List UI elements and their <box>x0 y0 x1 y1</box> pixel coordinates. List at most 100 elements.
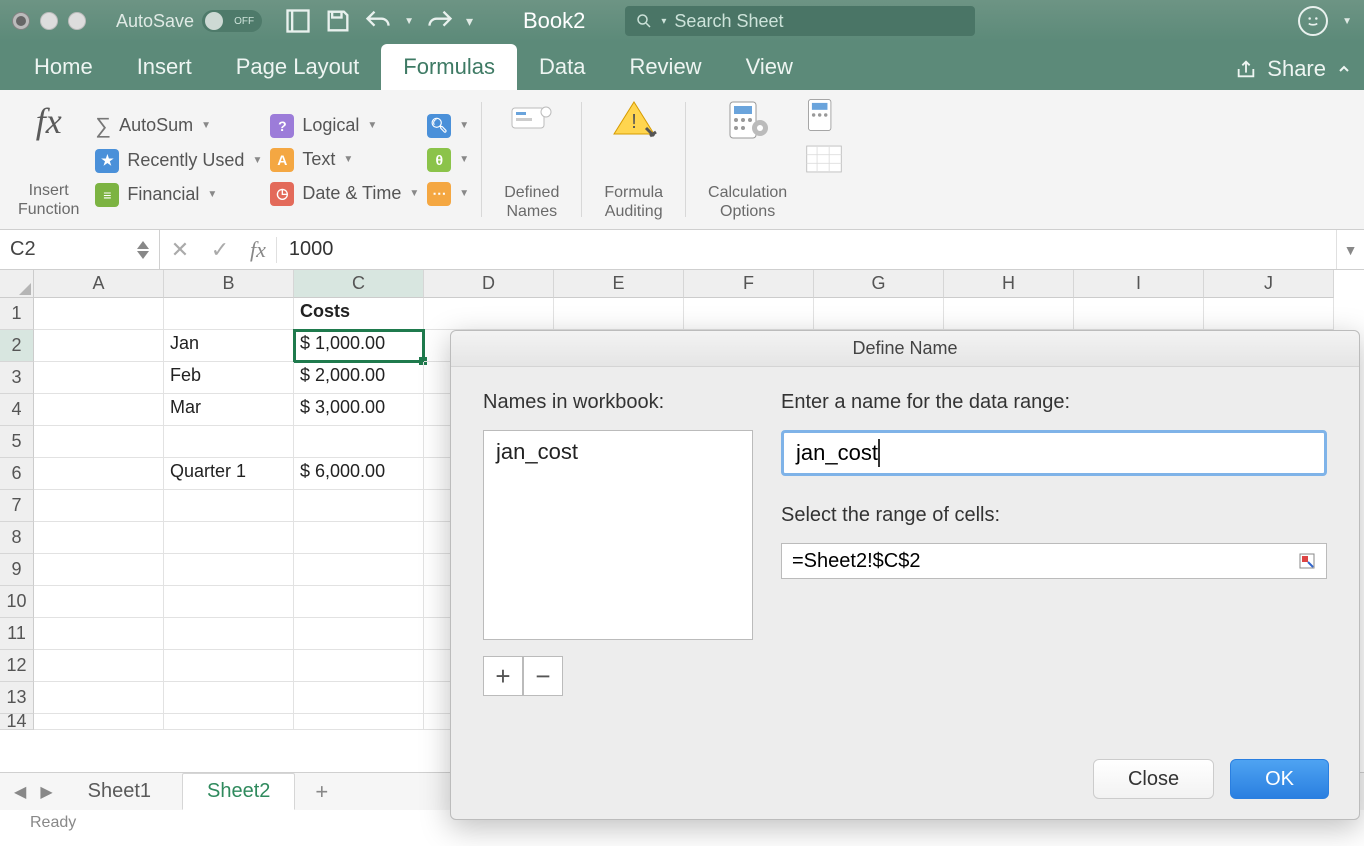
save-icon[interactable] <box>324 7 352 35</box>
cell[interactable] <box>34 682 164 714</box>
formula-auditing-button[interactable]: ! Formula Auditing <box>594 96 673 223</box>
cell[interactable]: Mar <box>164 394 294 426</box>
cell[interactable] <box>944 298 1074 330</box>
expand-formula-bar-icon[interactable]: ▼ <box>1336 230 1364 269</box>
cell[interactable] <box>294 426 424 458</box>
text-button[interactable]: AText▼ <box>270 148 419 172</box>
cell[interactable] <box>684 298 814 330</box>
cell[interactable]: Jan <box>164 330 294 362</box>
autosave-toggle[interactable]: AutoSave OFF <box>116 10 262 32</box>
autosum-button[interactable]: ∑AutoSum▼ <box>95 113 262 139</box>
name-box-stepper[interactable] <box>137 241 149 259</box>
col-header-f[interactable]: F <box>684 270 814 298</box>
more-functions-button[interactable]: ⋯▼ <box>427 182 469 206</box>
cell[interactable] <box>164 714 294 730</box>
undo-icon[interactable] <box>364 7 392 35</box>
cell[interactable] <box>34 394 164 426</box>
formula-input[interactable]: 1000 <box>277 238 1336 261</box>
row-header[interactable]: 4 <box>0 394 34 426</box>
feedback-icon[interactable] <box>1298 6 1328 36</box>
remove-name-button[interactable]: − <box>523 656 563 696</box>
calculate-sheet-icon[interactable] <box>805 144 843 174</box>
names-listbox[interactable]: jan_cost <box>483 430 753 640</box>
close-button[interactable]: Close <box>1093 759 1214 799</box>
cell[interactable] <box>294 682 424 714</box>
sheet-nav-prev-icon[interactable]: ◀ <box>10 782 30 802</box>
cell[interactable] <box>1074 298 1204 330</box>
insert-function-button[interactable]: fx Insert Function <box>10 96 87 223</box>
search-sheet-input[interactable]: ▾ Search Sheet <box>625 6 975 36</box>
cell[interactable] <box>34 650 164 682</box>
col-header-j[interactable]: J <box>1204 270 1334 298</box>
enter-formula-icon[interactable]: ✓ <box>200 237 240 263</box>
row-header[interactable]: 8 <box>0 522 34 554</box>
template-icon[interactable] <box>284 7 312 35</box>
minimize-window-icon[interactable] <box>40 12 58 30</box>
add-name-button[interactable]: + <box>483 656 523 696</box>
col-header-c[interactable]: C <box>294 270 424 298</box>
row-header[interactable]: 12 <box>0 650 34 682</box>
lookup-button[interactable]: 🔍︎▼ <box>427 114 469 138</box>
cell[interactable] <box>34 586 164 618</box>
row-header[interactable]: 9 <box>0 554 34 586</box>
cell[interactable] <box>164 682 294 714</box>
ok-button[interactable]: OK <box>1230 759 1329 799</box>
recently-used-button[interactable]: ★Recently Used▼ <box>95 149 262 173</box>
cell[interactable] <box>294 618 424 650</box>
undo-dropdown-icon[interactable]: ▼ <box>404 16 414 27</box>
cell[interactable] <box>164 650 294 682</box>
cell[interactable] <box>294 522 424 554</box>
tab-page-layout[interactable]: Page Layout <box>214 44 382 90</box>
fx-label-icon[interactable]: fx <box>240 237 277 263</box>
cell[interactable] <box>34 714 164 730</box>
tab-view[interactable]: View <box>724 44 815 90</box>
cell[interactable] <box>424 298 554 330</box>
tab-home[interactable]: Home <box>12 44 115 90</box>
names-list-item[interactable]: jan_cost <box>496 439 740 465</box>
qat-customize-icon[interactable]: ▾ <box>466 13 473 30</box>
cell[interactable] <box>294 586 424 618</box>
cell[interactable] <box>164 298 294 330</box>
cell[interactable] <box>34 458 164 490</box>
cell[interactable] <box>34 554 164 586</box>
cell[interactable]: Feb <box>164 362 294 394</box>
cell[interactable] <box>34 522 164 554</box>
row-header[interactable]: 13 <box>0 682 34 714</box>
selected-cell[interactable]: $ 1,000.00 <box>294 330 424 362</box>
cell[interactable] <box>34 426 164 458</box>
autosave-switch[interactable]: OFF <box>202 10 262 32</box>
cell[interactable] <box>34 298 164 330</box>
cell[interactable]: Costs <box>294 298 424 330</box>
tab-formulas[interactable]: Formulas <box>381 44 517 90</box>
sheet-tab-sheet2[interactable]: Sheet2 <box>182 773 295 810</box>
cell[interactable] <box>554 298 684 330</box>
col-header-a[interactable]: A <box>34 270 164 298</box>
name-box[interactable]: C2 <box>0 230 160 269</box>
row-header[interactable]: 7 <box>0 490 34 522</box>
select-all-corner[interactable] <box>0 270 34 298</box>
col-header-g[interactable]: G <box>814 270 944 298</box>
calculation-options-button[interactable]: Calculation Options <box>698 96 797 223</box>
cell[interactable] <box>164 426 294 458</box>
row-header[interactable]: 5 <box>0 426 34 458</box>
collapse-ribbon-icon[interactable] <box>1336 61 1352 77</box>
col-header-h[interactable]: H <box>944 270 1074 298</box>
cell[interactable] <box>164 490 294 522</box>
tab-data[interactable]: Data <box>517 44 607 90</box>
col-header-e[interactable]: E <box>554 270 684 298</box>
cell[interactable] <box>34 330 164 362</box>
range-input[interactable]: =Sheet2!$C$2 <box>781 543 1327 579</box>
financial-button[interactable]: ≡Financial▼ <box>95 183 262 207</box>
new-sheet-button[interactable]: + <box>301 779 342 805</box>
cell[interactable] <box>814 298 944 330</box>
tab-review[interactable]: Review <box>607 44 723 90</box>
date-time-button[interactable]: ◷Date & Time▼ <box>270 182 419 206</box>
cell[interactable] <box>34 362 164 394</box>
share-button[interactable]: Share <box>1267 56 1326 82</box>
col-header-d[interactable]: D <box>424 270 554 298</box>
row-header[interactable]: 2 <box>0 330 34 362</box>
redo-icon[interactable] <box>426 7 454 35</box>
row-header[interactable]: 10 <box>0 586 34 618</box>
defined-names-button[interactable]: Defined Names <box>494 96 569 223</box>
logical-button[interactable]: ?Logical▼ <box>270 114 419 138</box>
